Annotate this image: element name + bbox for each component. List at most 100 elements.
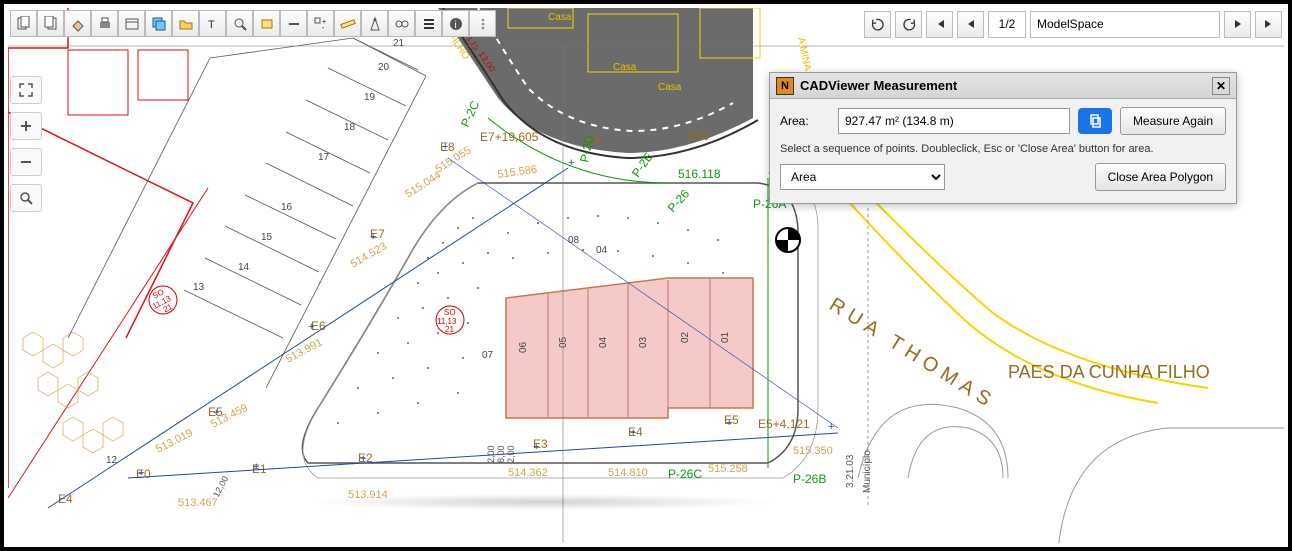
zoom-button[interactable]	[226, 10, 253, 37]
svg-text:8,00: 8,00	[496, 445, 506, 463]
prev-page-button[interactable]	[957, 11, 984, 38]
marker-button[interactable]: +-	[307, 10, 334, 37]
measurement-title: CADViewer Measurement	[800, 78, 1206, 93]
minus-button[interactable]	[280, 10, 307, 37]
target-marker	[776, 228, 800, 252]
svg-text:515.044: 515.044	[403, 169, 443, 200]
svg-text:20: 20	[378, 62, 390, 73]
svg-text:14: 14	[238, 262, 250, 273]
print-button[interactable]	[91, 10, 118, 37]
last-page-button[interactable]	[1255, 11, 1282, 38]
svg-text:SO: SO	[444, 308, 456, 317]
svg-text:2,00: 2,00	[506, 445, 516, 463]
svg-text:+: +	[370, 231, 376, 243]
svg-text:516.118: 516.118	[678, 167, 721, 181]
more-button[interactable]	[469, 10, 496, 37]
svg-text:07: 07	[482, 350, 494, 361]
svg-text:515.350: 515.350	[793, 445, 833, 457]
link-button[interactable]	[388, 10, 415, 37]
svg-text:P-26: P-26	[665, 187, 693, 215]
zoom-in-button[interactable]	[10, 112, 42, 140]
info-button[interactable]: i	[442, 10, 469, 37]
svg-text:514.523: 514.523	[349, 240, 389, 270]
svg-text:16: 16	[281, 202, 293, 213]
measurement-body: Area: 927.47 m² (134.8 m) Measure Again …	[770, 99, 1236, 203]
compass-button[interactable]	[361, 10, 388, 37]
svg-text:12,00: 12,00	[211, 474, 230, 499]
doc-next-button[interactable]	[37, 10, 64, 37]
erase-button[interactable]	[64, 10, 91, 37]
ruler-button[interactable]	[334, 10, 361, 37]
space-select-label: ModelSpace	[1037, 17, 1104, 31]
main-toolbar: T +- i	[10, 10, 496, 38]
text-button[interactable]: T	[199, 10, 226, 37]
copy-button[interactable]	[1078, 108, 1112, 134]
svg-text:515.258: 515.258	[708, 463, 748, 475]
svg-text:514.362: 514.362	[508, 467, 548, 479]
svg-text:02: 02	[680, 331, 691, 343]
page-field[interactable]	[988, 11, 1026, 38]
svg-text:21: 21	[393, 38, 405, 49]
close-area-polygon-button[interactable]: Close Area Polygon	[1095, 163, 1226, 191]
close-button[interactable]: ✕	[1212, 77, 1230, 95]
left-lots	[68, 38, 426, 388]
svg-text:515.586: 515.586	[497, 164, 538, 181]
casa-label-1: Casa	[548, 12, 572, 23]
svg-text:E5+4,121: E5+4,121	[758, 417, 810, 431]
svg-text:T: T	[208, 19, 215, 31]
undo-button[interactable]	[864, 11, 891, 38]
svg-text:513.019: 513.019	[154, 427, 195, 456]
measure-mode-select[interactable]: Area	[780, 164, 945, 190]
fit-extent-button[interactable]	[10, 76, 42, 104]
svg-text:P-2C: P-2C	[458, 98, 482, 129]
list-button[interactable]	[415, 10, 442, 37]
svg-text:01: 01	[720, 331, 731, 343]
casa-label-3: Casa	[658, 82, 682, 93]
svg-text:2,00: 2,00	[486, 445, 496, 463]
svg-text:513.467: 513.467	[178, 497, 218, 509]
drop-shadow	[308, 494, 778, 510]
street-paes: PAES DA CUNHA FILHO	[1008, 362, 1210, 382]
measurement-header[interactable]: N CADViewer Measurement ✕	[770, 73, 1236, 99]
svg-text:12: 12	[106, 455, 118, 466]
area-value-field[interactable]: 927.47 m² (134.8 m)	[838, 108, 1070, 134]
svg-text:E10: E10	[688, 129, 710, 143]
svg-text:15: 15	[261, 232, 273, 243]
svg-text:P-26C: P-26C	[668, 467, 702, 481]
first-page-button[interactable]	[926, 11, 953, 38]
svg-text:+: +	[138, 467, 144, 479]
rect-button[interactable]	[253, 10, 280, 37]
svg-text:+: +	[308, 321, 314, 333]
svg-text:13: 13	[193, 282, 205, 293]
area-label: Area:	[780, 114, 830, 128]
folder-button[interactable]	[172, 10, 199, 37]
next-page-button[interactable]	[1224, 11, 1251, 38]
hex-hatch	[23, 332, 123, 453]
svg-text:+: +	[442, 141, 448, 153]
svg-text:05: 05	[558, 336, 569, 348]
space-select[interactable]: ModelSpace	[1030, 11, 1220, 38]
svg-text:E7+19,605: E7+19,605	[480, 130, 539, 144]
svg-text:04: 04	[596, 245, 608, 256]
doc-prev-button[interactable]	[10, 10, 37, 37]
app-logo-icon: N	[776, 77, 794, 95]
svg-text:3.21.03: 3.21.03	[845, 454, 856, 488]
redo-button[interactable]	[895, 11, 922, 38]
zoom-window-button[interactable]	[10, 184, 42, 212]
measurement-panel[interactable]: N CADViewer Measurement ✕ Area: 927.47 m…	[769, 72, 1237, 204]
zoom-out-button[interactable]	[10, 148, 42, 176]
road-text-mina: A MINA	[795, 36, 813, 72]
svg-text:19: 19	[364, 92, 376, 103]
so-badge-2: SO 11,13 21	[436, 306, 464, 334]
measure-again-button[interactable]: Measure Again	[1120, 107, 1226, 135]
svg-text:+: +	[726, 417, 732, 429]
svg-text:04: 04	[598, 336, 609, 348]
layers-button[interactable]	[145, 10, 172, 37]
left-lot-numbers: 21 20 19 18 17 16 15 14 13 12	[106, 38, 405, 466]
svg-text:+: +	[213, 407, 219, 419]
svg-text:+: +	[630, 427, 636, 439]
svg-text:18: 18	[344, 122, 356, 133]
svg-text:P-26B: P-26B	[793, 472, 826, 486]
view-sidepanel	[10, 76, 46, 212]
window-button[interactable]	[118, 10, 145, 37]
